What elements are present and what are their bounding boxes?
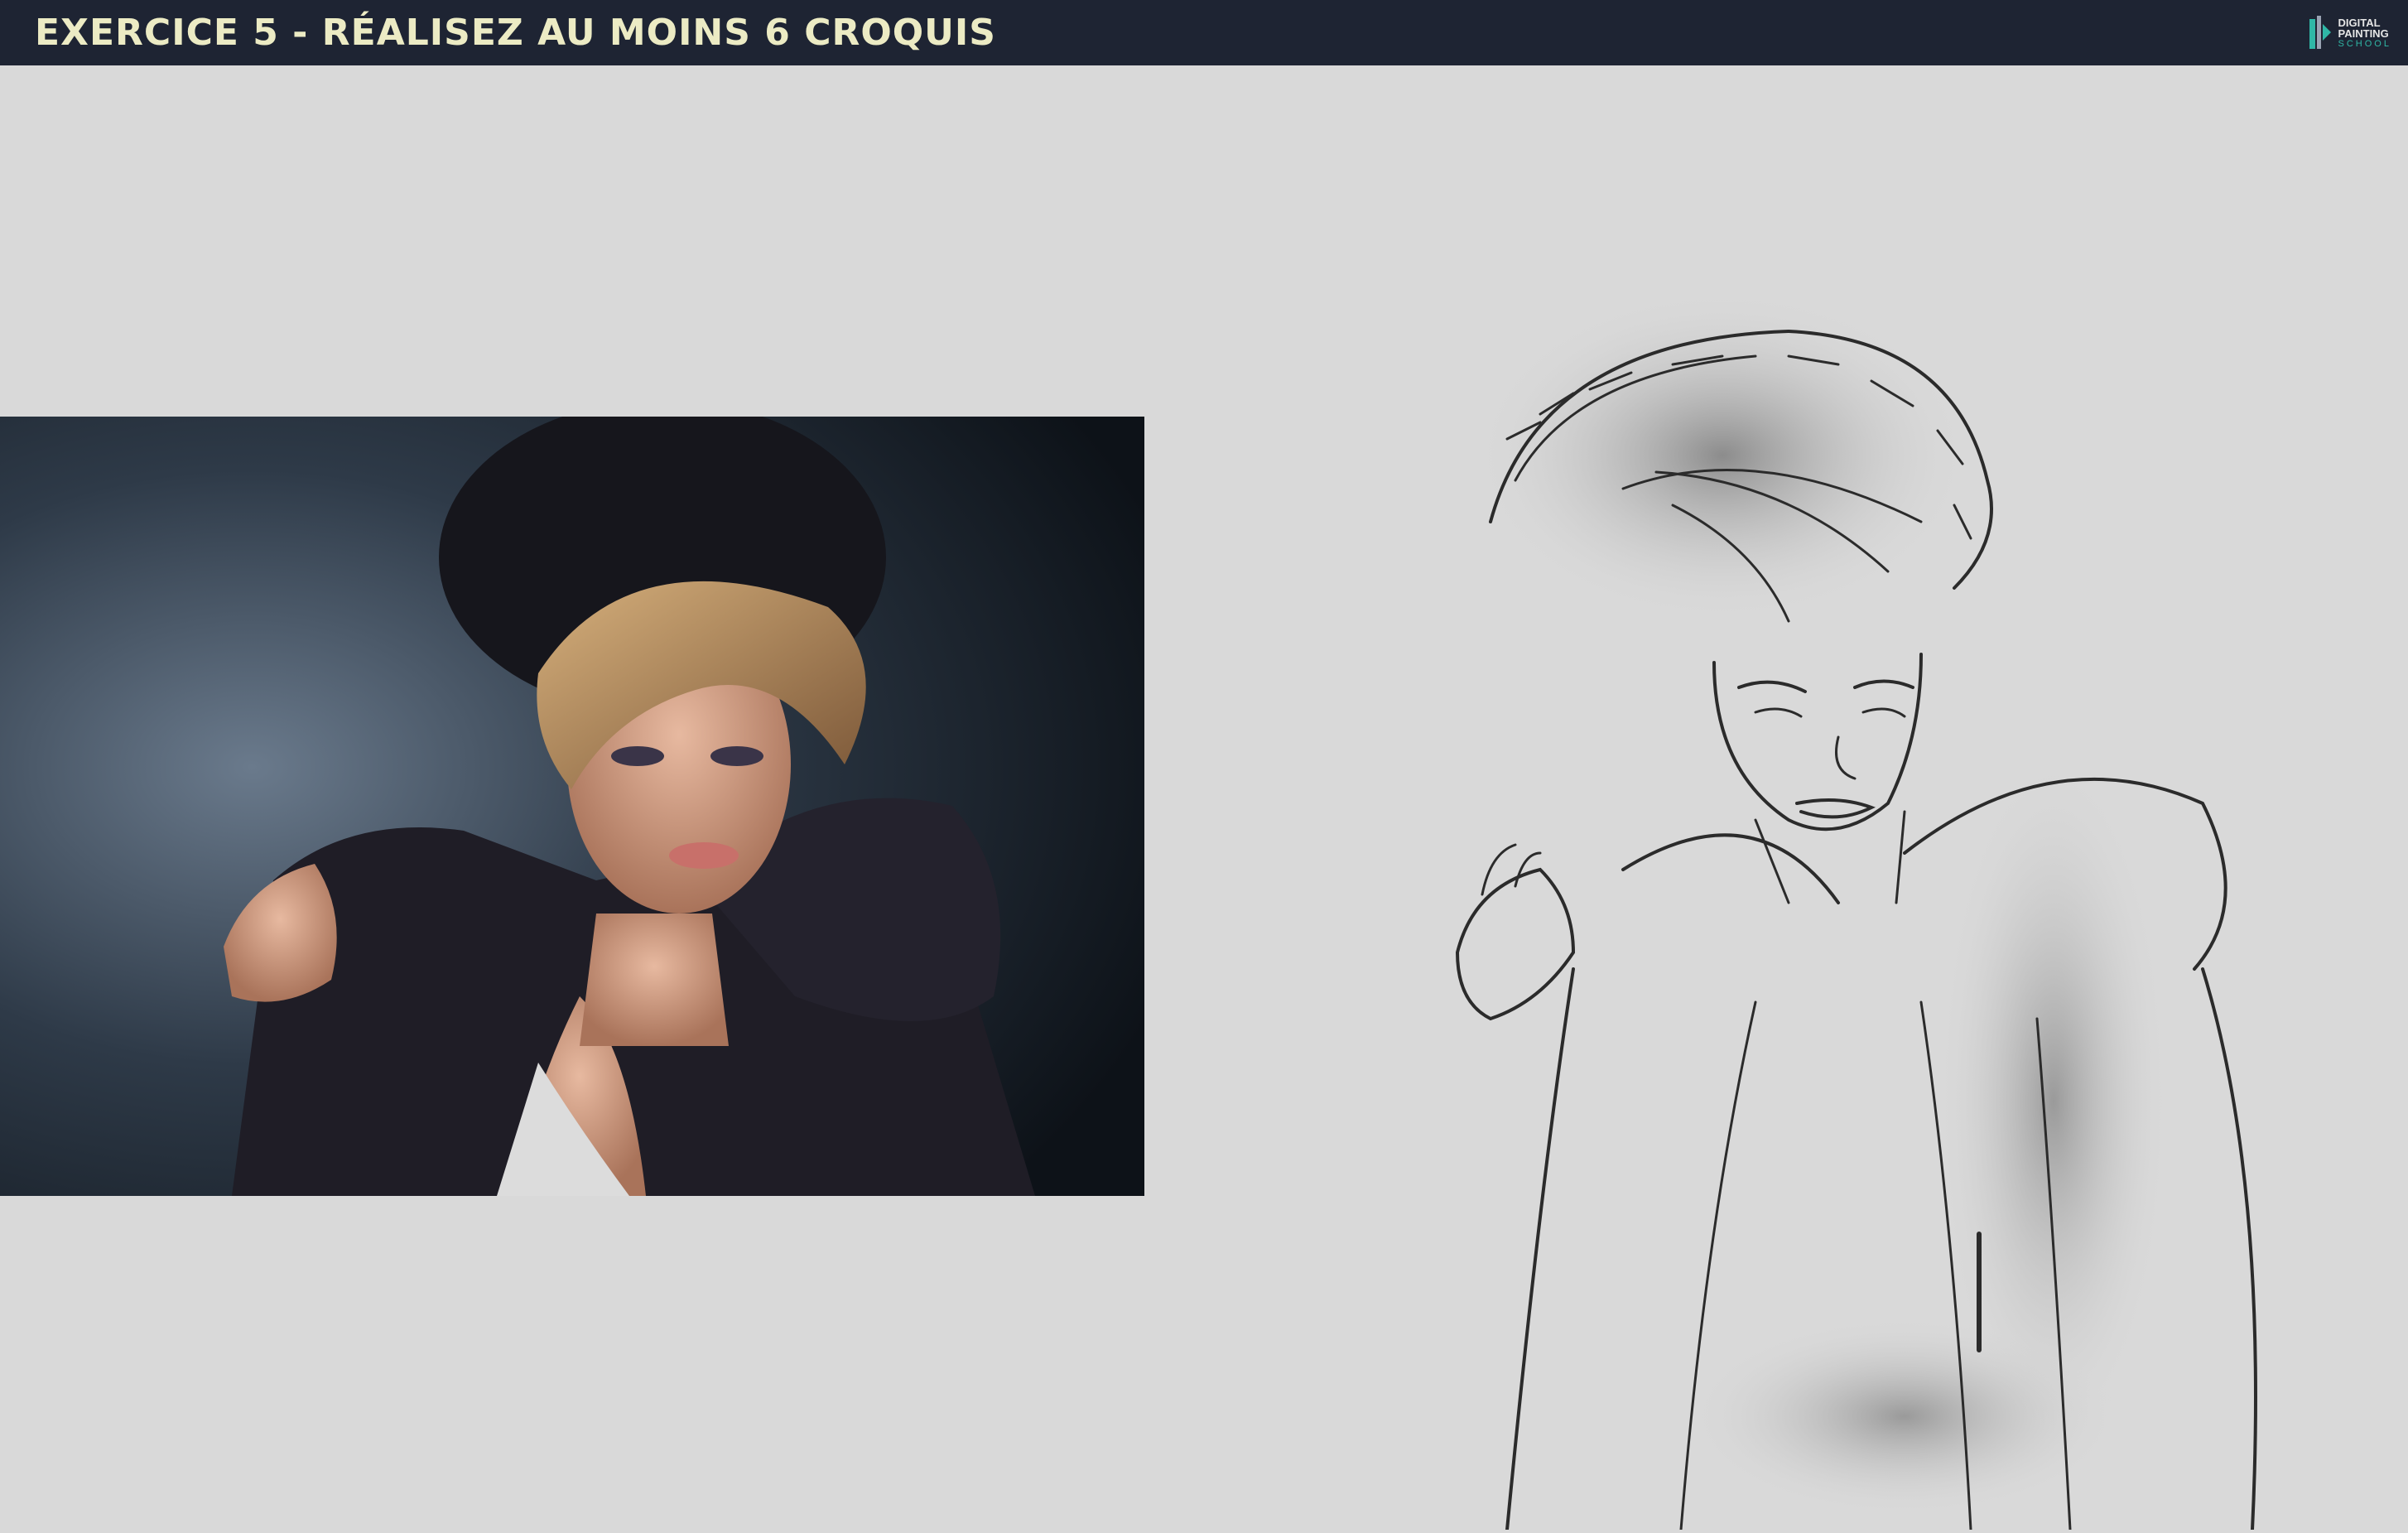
page-title: EXERCICE 5 - RÉALISEZ AU MOINS 6 CROQUIS (35, 12, 996, 54)
digital-painting-school-logo: DIGITAL PAINTING SCHOOL (2307, 12, 2391, 55)
brush-logo-icon (2309, 16, 2331, 49)
logo-line-3: SCHOOL (2338, 38, 2391, 49)
logo-line-1: DIGITAL (2338, 16, 2381, 29)
logo-line-2: PAINTING (2338, 27, 2389, 40)
header-bar: EXERCICE 5 - RÉALISEZ AU MOINS 6 CROQUIS… (0, 0, 2408, 65)
reference-photo (0, 417, 1144, 1196)
sketch-drawing (1325, 273, 2319, 1531)
